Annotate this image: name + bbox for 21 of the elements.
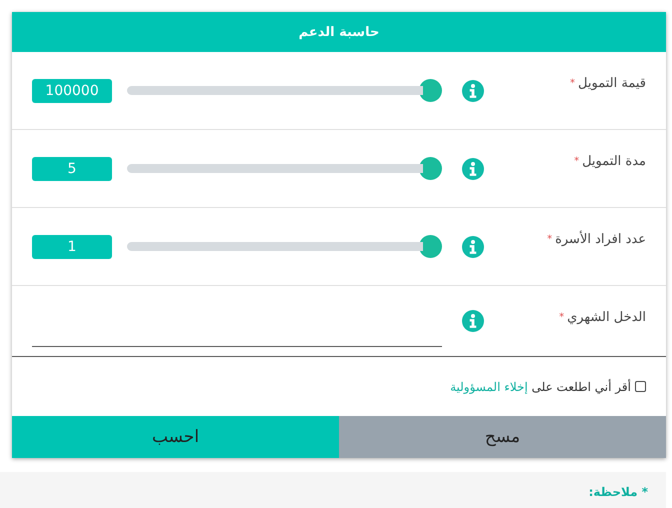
field-label: قيمة التمويل bbox=[578, 76, 646, 91]
field-label: عدد افراد الأسرة bbox=[555, 232, 646, 247]
info-icon[interactable] bbox=[462, 310, 484, 332]
value-badge: 1 bbox=[32, 234, 112, 258]
checkbox[interactable] bbox=[635, 381, 646, 392]
required-mark: * bbox=[547, 234, 552, 245]
required-mark: * bbox=[559, 312, 564, 323]
calculate-button[interactable]: احسب bbox=[12, 416, 339, 458]
info-icon[interactable] bbox=[462, 236, 484, 258]
info-icon[interactable] bbox=[462, 80, 484, 102]
note-label: * ملاحظة: bbox=[588, 485, 648, 499]
value-badge: 5 bbox=[32, 156, 112, 180]
agreement-text: أقر أني اطلعت على إخلاء المسؤولية bbox=[450, 380, 631, 394]
field-label: الدخل الشهري bbox=[567, 310, 646, 325]
field-label: مدة التمويل bbox=[582, 154, 646, 169]
required-mark: * bbox=[574, 156, 580, 167]
clear-button[interactable]: مسح bbox=[339, 416, 666, 458]
required-mark: * bbox=[570, 78, 576, 89]
card-title: حاسبة الدعم bbox=[298, 24, 380, 40]
value-badge: 100000 bbox=[32, 78, 112, 102]
info-icon[interactable] bbox=[462, 158, 484, 180]
